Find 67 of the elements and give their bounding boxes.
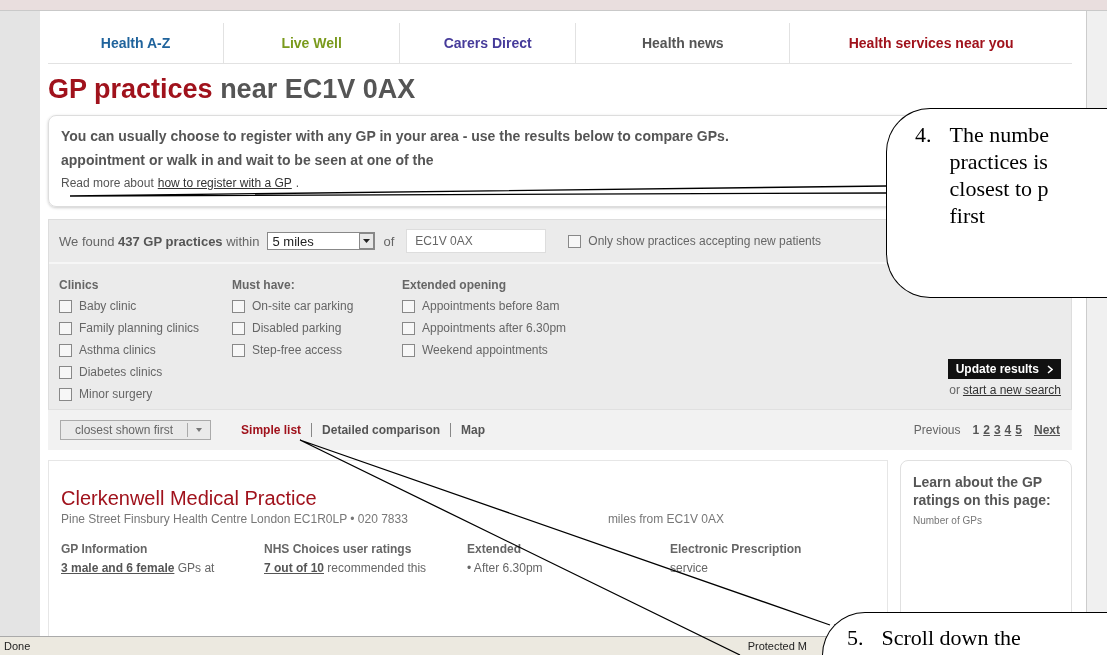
- callout-text: Scroll down the: [881, 625, 1021, 651]
- ratings-info-title: Learn about the GP ratings on this page:: [913, 473, 1052, 509]
- next-link[interactable]: Next: [1034, 423, 1060, 437]
- checkbox-option[interactable]: Appointments before 8am: [402, 299, 602, 313]
- callout-text: practices is: [949, 148, 1049, 175]
- callout-text: closest to p: [949, 175, 1050, 202]
- callout-number: 5.: [847, 625, 864, 652]
- page-link[interactable]: 2: [983, 423, 990, 437]
- intro-text: You can usually choose to register with any GP in your area - use the results below to compare GPs.: [61, 127, 730, 146]
- chevron-icon: [1047, 364, 1053, 374]
- previous-text: Previous: [913, 423, 961, 437]
- callout-number: 4.: [915, 121, 932, 149]
- nav-tab[interactable]: Health A-Z: [48, 23, 225, 63]
- callout-text: first: [949, 202, 986, 229]
- view-tab[interactable]: Detailed comparison: [311, 423, 451, 437]
- checkbox-option[interactable]: On-site car parking: [232, 299, 402, 313]
- column-heading: GP Information: [61, 542, 149, 556]
- nav-tab[interactable]: Carers Direct: [400, 23, 577, 63]
- status-text: Done: [4, 640, 31, 652]
- column-text: 3 male and 6 female GPs at: [61, 561, 216, 575]
- checkbox-option[interactable]: Disabled parking: [232, 321, 402, 335]
- results-summary: We found 437 GP practices within: [59, 233, 260, 249]
- column-text: 7 out of 10 recommended this: [264, 561, 428, 575]
- checkbox-option[interactable]: Weekend appointments: [402, 343, 602, 357]
- practice-name[interactable]: Clerkenwell Medical Practice: [61, 487, 875, 510]
- view-tab[interactable]: Simple list: [231, 423, 312, 437]
- distance-select[interactable]: 5 miles: [267, 232, 376, 250]
- register-link[interactable]: how to register with a GP: [157, 176, 292, 190]
- column-text: service: [670, 561, 709, 575]
- page-heading: GP practices near EC1V 0AX: [48, 74, 417, 105]
- ratings-info-subtitle: Number of GPs: [913, 515, 983, 526]
- new-search-link[interactable]: start a new search: [962, 383, 1061, 397]
- intro-text: appointment or walk in and wait to be seen at one of the: [61, 151, 435, 170]
- filter-group-title: Extended opening: [402, 278, 507, 292]
- checkbox-option[interactable]: Minor surgery: [59, 387, 232, 401]
- checkbox-option[interactable]: Baby clinic: [59, 299, 232, 313]
- checkbox-option[interactable]: Asthma clinics: [59, 343, 232, 357]
- status-text: Protected M: [747, 640, 807, 652]
- view-tab[interactable]: Map: [450, 423, 496, 437]
- period-text: .: [295, 176, 300, 190]
- practice-address: Pine Street Finsbury Health Centre London EC1R0LP • 020 7833: [61, 512, 408, 526]
- page-link[interactable]: 1: [972, 423, 980, 437]
- checkbox-option[interactable]: Appointments after 6.30pm: [402, 321, 602, 335]
- filter-group-title: Must have:: [232, 278, 296, 292]
- page-link[interactable]: 5: [1015, 423, 1022, 437]
- checkbox-option[interactable]: Step-free access: [232, 343, 402, 357]
- distance-text: miles from EC1V 0AX: [607, 512, 724, 526]
- column-heading: NHS Choices user ratings: [264, 542, 413, 556]
- nav-tab[interactable]: Health services near you: [790, 23, 1072, 63]
- update-results-button[interactable]: Update results: [947, 359, 1061, 379]
- caret-icon: [196, 428, 203, 432]
- nav-tab[interactable]: Health news: [576, 23, 791, 63]
- page-link[interactable]: 4: [1004, 423, 1012, 437]
- postcode-field[interactable]: EC1V 0AX: [406, 229, 547, 253]
- read-more-text: Read more about: [61, 176, 154, 190]
- page-link[interactable]: 3: [993, 423, 1001, 437]
- of-text: of: [383, 233, 395, 249]
- checkbox-option[interactable]: Only show practices accepting new patients: [568, 234, 822, 248]
- column-text: • After 6.30pm: [467, 561, 544, 575]
- filter-group-title: Clinics: [59, 278, 100, 292]
- column-heading: Electronic Prescription: [670, 542, 803, 556]
- column-heading: Extended: [467, 542, 522, 556]
- callout-text: The numbe: [949, 121, 1050, 148]
- or-text: or: [949, 383, 960, 397]
- checkbox-option[interactable]: Diabetes clinics: [59, 365, 232, 379]
- sort-select[interactable]: closest shown first: [60, 420, 212, 440]
- checkbox-option[interactable]: Family planning clinics: [59, 321, 232, 335]
